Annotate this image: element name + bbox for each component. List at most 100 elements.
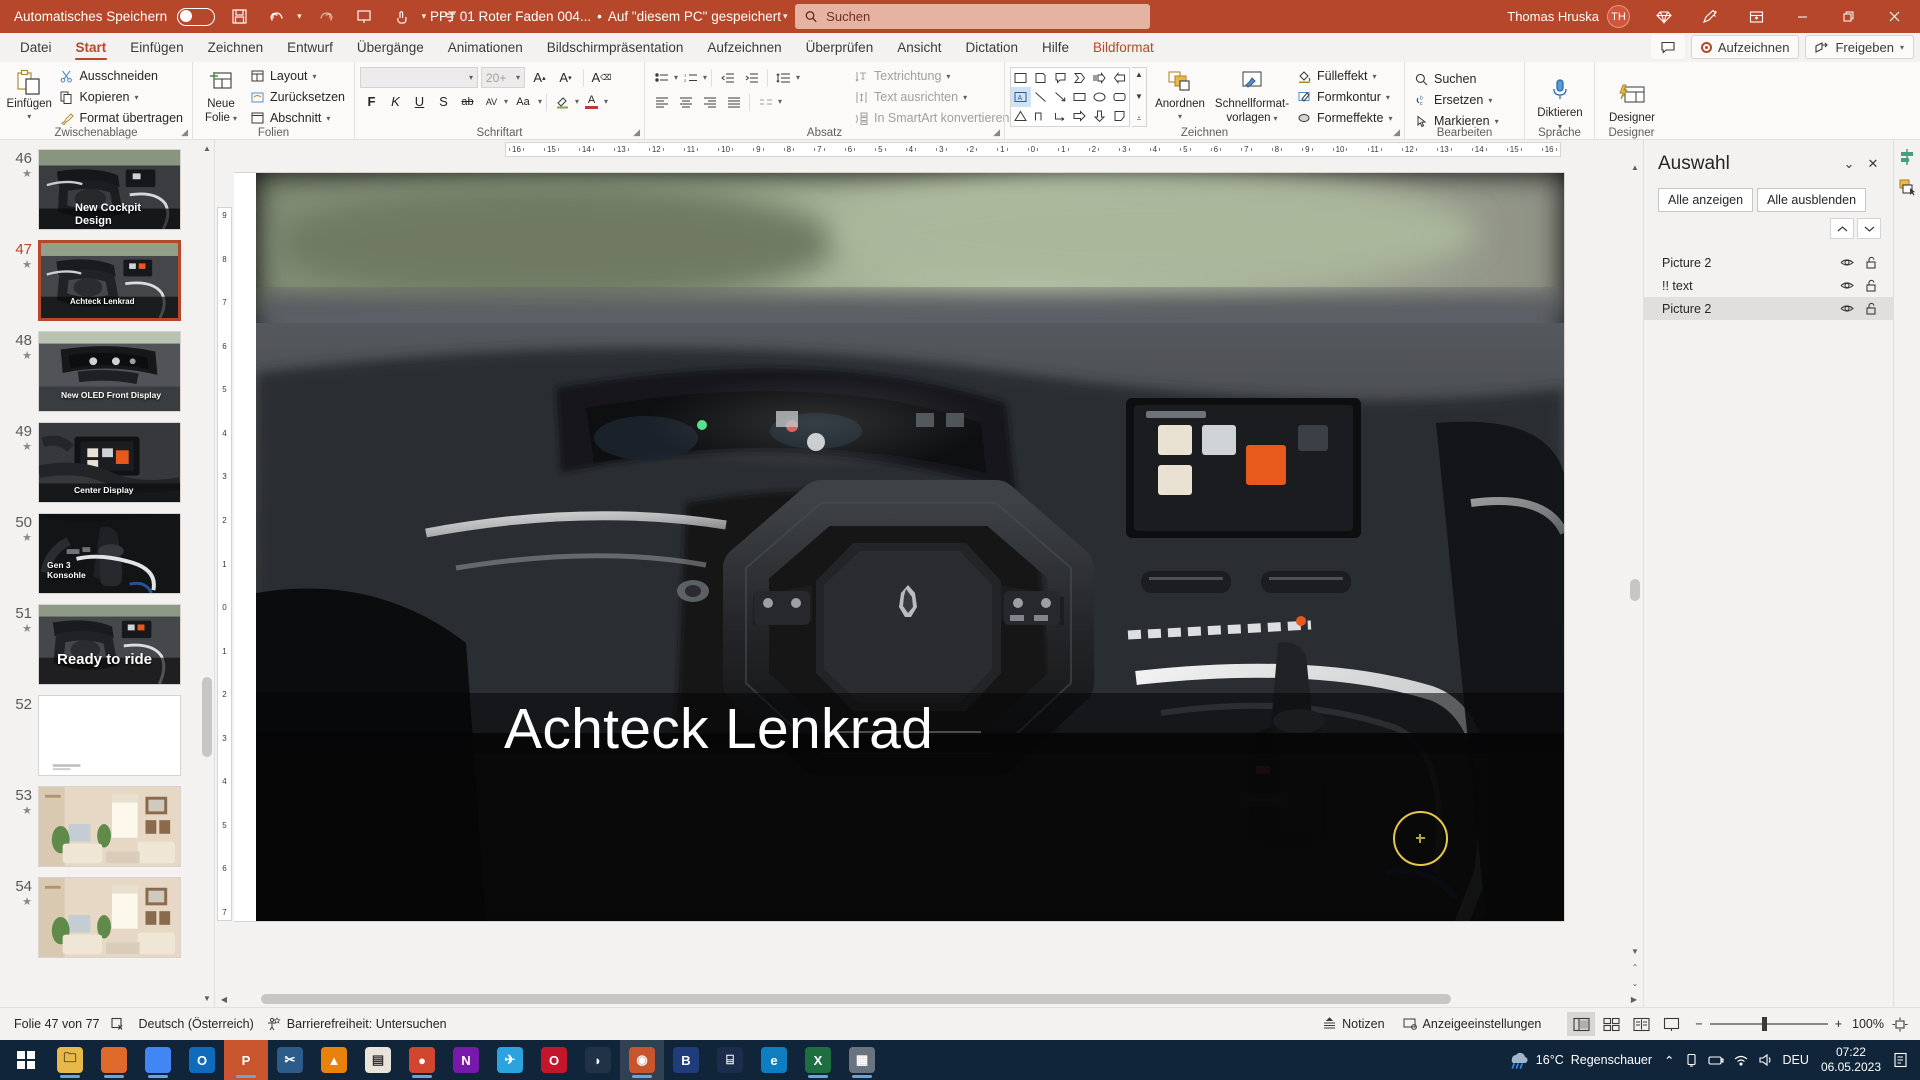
stage-horizontal-scrollbar[interactable]: ◀ ▶	[215, 991, 1643, 1007]
slide-thumbnail-list[interactable]: 46 ★ New Cockpit Design 47 ★ Achteck Lenkra…	[0, 140, 200, 1007]
zoom-in-button[interactable]: +	[1835, 1017, 1842, 1031]
copy-button[interactable]: Kopieren ▾	[55, 87, 187, 107]
strikethrough-button[interactable]: ab	[456, 91, 479, 112]
shape-fill-button[interactable]: Fülleffekt ▾	[1293, 66, 1396, 86]
shape-arrow-line[interactable]	[1050, 87, 1070, 106]
fit-to-window-button[interactable]	[1886, 1012, 1914, 1036]
pane-close-icon[interactable]: ✕	[1861, 152, 1885, 176]
shape-down-arrow[interactable]	[1090, 107, 1110, 126]
accessibility-item[interactable]: Barrierefreiheit: Untersuchen	[266, 1017, 459, 1031]
shape-connector-elbow2[interactable]	[1050, 107, 1070, 126]
tab-entwurf[interactable]: Entwurf	[275, 33, 345, 62]
lock-icon[interactable]	[1859, 279, 1883, 292]
font-name-input[interactable]: ▾	[360, 67, 478, 88]
notes-button[interactable]: Notizen	[1314, 1012, 1392, 1036]
decrease-font-size-button[interactable]: A ▾	[554, 67, 577, 88]
text-direction-button[interactable]: Textrichtung ▾	[850, 66, 1022, 86]
zoom-level-label[interactable]: 100%	[1852, 1017, 1884, 1031]
stage-scroll-bottom-group[interactable]: ▼ ⌃ ⌄	[1627, 943, 1643, 991]
new-slide-button[interactable]: Neue Folie ▾	[198, 65, 244, 125]
align-center-button[interactable]	[674, 91, 697, 112]
quick-styles-dropdown-icon[interactable]: ▾	[1274, 114, 1278, 123]
autosave-toggle[interactable]	[177, 7, 216, 26]
copy-dropdown-icon[interactable]: ▾	[135, 93, 139, 102]
wifi-icon[interactable]	[1733, 1053, 1749, 1067]
decrease-indent-button[interactable]	[716, 67, 739, 88]
cut-button[interactable]: Ausschneiden	[55, 66, 187, 86]
taskbar-edge[interactable]: e	[752, 1040, 796, 1080]
gallery-scroll-down-icon[interactable]: ▼	[1135, 92, 1143, 101]
shapes-gallery[interactable]: A	[1010, 67, 1130, 127]
line-spacing-button[interactable]	[772, 67, 795, 88]
slide-stage[interactable]: Achteck Lenkrad ▲ ▼ ⌃ ⌄	[234, 159, 1643, 991]
tab-bildformat[interactable]: Bildformat	[1081, 33, 1166, 62]
shape-connector-elbow[interactable]	[1031, 107, 1051, 126]
previous-slide-icon[interactable]: ⌃	[1627, 959, 1643, 975]
zoom-out-button[interactable]: −	[1695, 1017, 1702, 1031]
stage-vertical-scrollbar[interactable]: ▲ ▼ ⌃ ⌄	[1627, 159, 1643, 991]
close-button[interactable]	[1872, 0, 1916, 33]
dictate-button[interactable]: Diktieren ▾	[1530, 74, 1590, 131]
taskbar-handbrake[interactable]: ●	[400, 1040, 444, 1080]
align-left-button[interactable]	[650, 91, 673, 112]
minimize-button[interactable]	[1780, 0, 1824, 33]
show-all-button[interactable]: Alle anzeigen	[1658, 188, 1754, 212]
comments-button[interactable]	[1650, 35, 1685, 59]
stage-scroll-left-icon[interactable]: ◀	[215, 995, 233, 1004]
taskbar-vlc[interactable]: ▲	[312, 1040, 356, 1080]
align-objects-icon[interactable]	[1896, 146, 1918, 168]
thumbnail-slide-52[interactable]: 52	[0, 690, 200, 781]
clock[interactable]: 07:22 06.05.2023	[1821, 1045, 1881, 1075]
reading-view-button[interactable]	[1627, 1012, 1655, 1036]
justify-button[interactable]	[722, 91, 745, 112]
font-dialog-launcher[interactable]: ◢	[633, 127, 640, 138]
move-backward-button[interactable]	[1857, 218, 1881, 239]
thumbnail-slide-51[interactable]: 51 ★ Ready to ride	[0, 599, 200, 690]
layout-button[interactable]: Layout ▾	[246, 66, 349, 86]
font-color-dropdown-icon[interactable]: ▾	[604, 97, 608, 106]
change-case-button[interactable]: Aa	[509, 91, 537, 112]
paste-button[interactable]: Einfügen ▾	[5, 65, 53, 121]
taskbar-app-list[interactable]: 🗀 O P ✂ ▲ ▤ ● N ✈ O ◗ ◉ B ⌸ e X ▦	[4, 1040, 884, 1080]
font-size-input[interactable]: 20+ ▾	[481, 67, 525, 88]
title-dropdown-icon[interactable]: ▾	[783, 11, 788, 22]
pen-annotate-icon[interactable]	[1688, 0, 1732, 33]
text-direction-dropdown-icon[interactable]: ▾	[946, 72, 950, 81]
taskbar-app-last[interactable]: ▦	[840, 1040, 884, 1080]
taskbar-opera[interactable]: O	[532, 1040, 576, 1080]
taskbar-onenote[interactable]: N	[444, 1040, 488, 1080]
onedrive-icon[interactable]	[1684, 1053, 1699, 1067]
character-spacing-dropdown-icon[interactable]: ▾	[504, 97, 508, 106]
section-dropdown-icon[interactable]: ▾	[326, 114, 330, 123]
line-spacing-dropdown-icon[interactable]: ▾	[796, 73, 800, 82]
thumbnail-preview[interactable]: New Cockpit Design	[38, 149, 181, 230]
thumbnail-preview[interactable]: New OLED Front Display	[38, 331, 181, 412]
shape-line[interactable]	[1031, 87, 1051, 106]
next-slide-icon[interactable]: ⌄	[1627, 975, 1643, 991]
shape-triangle[interactable]	[1011, 107, 1031, 126]
arrange-button[interactable]: Anordnen ▾	[1149, 65, 1211, 121]
touch-mode-dropdown-icon[interactable]: ▾	[422, 11, 427, 22]
taskbar-excel[interactable]: X	[796, 1040, 840, 1080]
tab-einfuegen[interactable]: Einfügen	[118, 33, 195, 62]
tab-uebergaenge[interactable]: Übergänge	[345, 33, 436, 62]
convert-smartart-button[interactable]: In SmartArt konvertieren ▾	[850, 108, 1022, 128]
shape-chevron[interactable]	[1070, 68, 1090, 87]
tab-hilfe[interactable]: Hilfe	[1030, 33, 1081, 62]
shapes-gallery-scrollbar[interactable]: ▲ ▼ ⩡	[1132, 67, 1147, 127]
thumbnail-slide-54[interactable]: 54 ★	[0, 872, 200, 963]
align-text-dropdown-icon[interactable]: ▾	[963, 93, 967, 102]
tab-aufzeichnen[interactable]: Aufzeichnen	[695, 33, 793, 62]
arrange-dropdown-icon[interactable]: ▾	[1178, 112, 1182, 121]
italic-button[interactable]: K	[384, 91, 407, 112]
slide-sorter-view-button[interactable]	[1597, 1012, 1625, 1036]
tray-chevron-up-icon[interactable]: ⌃	[1664, 1053, 1674, 1068]
align-text-button[interactable]: Text ausrichten ▾	[850, 87, 1022, 107]
increase-indent-button[interactable]	[740, 67, 763, 88]
thumbnail-preview[interactable]	[38, 695, 181, 776]
battery-icon[interactable]	[1707, 1053, 1724, 1067]
shape-speech-bubble[interactable]	[1050, 68, 1070, 87]
designer-button[interactable]: Designer	[1600, 79, 1664, 125]
visibility-eye-icon[interactable]	[1835, 280, 1859, 291]
start-presentation-icon[interactable]	[350, 4, 378, 30]
